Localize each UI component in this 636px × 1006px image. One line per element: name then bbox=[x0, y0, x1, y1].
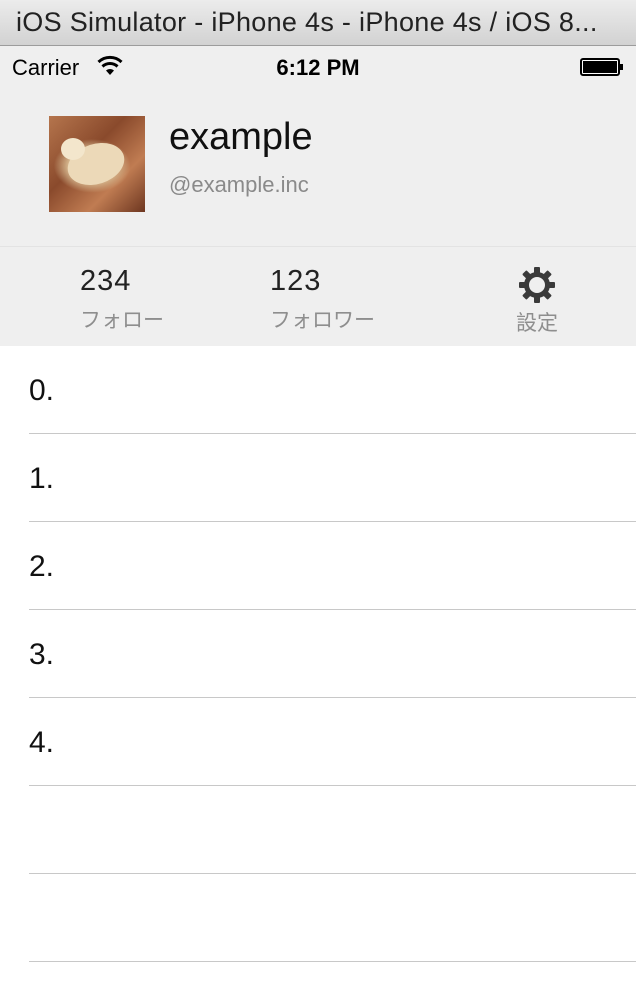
follow-count: 234 bbox=[80, 265, 132, 297]
status-bar: Carrier 6:12 PM bbox=[0, 46, 636, 88]
follower-stat-button[interactable]: 123 フォロワー bbox=[270, 265, 375, 334]
follow-stat-button[interactable]: 234 フォロー bbox=[80, 265, 164, 334]
row-label: 0. bbox=[29, 374, 55, 407]
table-view[interactable]: 0. 1. 2. 3. 4. bbox=[0, 346, 636, 962]
follower-label: フォロワー bbox=[270, 309, 375, 332]
table-row[interactable]: 2. bbox=[0, 522, 636, 610]
settings-label: 設定 bbox=[516, 312, 558, 335]
battery-icon bbox=[580, 58, 623, 76]
stats-bar: 234 フォロー 123 フォロワー 設定 bbox=[0, 246, 636, 346]
clock: 6:12 PM bbox=[276, 55, 360, 80]
cat-head bbox=[61, 138, 85, 160]
table-row[interactable]: 4. bbox=[0, 698, 636, 786]
table-row[interactable] bbox=[0, 786, 636, 874]
profile-name: example bbox=[169, 116, 313, 158]
row-label: 1. bbox=[29, 462, 55, 495]
follower-count: 123 bbox=[270, 265, 322, 297]
row-label: 3. bbox=[29, 638, 55, 671]
profile-header: example @example.inc bbox=[0, 88, 636, 246]
simulator-title-bar: iOS Simulator - iPhone 4s - iPhone 4s / … bbox=[0, 0, 636, 46]
row-label: 4. bbox=[29, 726, 55, 759]
avatar[interactable] bbox=[49, 116, 145, 212]
table-row[interactable]: 0. bbox=[0, 346, 636, 434]
gear-icon bbox=[519, 267, 555, 303]
table-row[interactable] bbox=[0, 874, 636, 962]
profile-handle: @example.inc bbox=[169, 172, 309, 197]
settings-button[interactable]: 設定 bbox=[514, 265, 560, 337]
table-row[interactable]: 3. bbox=[0, 610, 636, 698]
window-title: iOS Simulator - iPhone 4s - iPhone 4s / … bbox=[16, 7, 598, 37]
row-separator bbox=[29, 961, 636, 962]
row-label: 2. bbox=[29, 550, 55, 583]
follow-label: フォロー bbox=[80, 309, 164, 332]
table-row[interactable]: 1. bbox=[0, 434, 636, 522]
